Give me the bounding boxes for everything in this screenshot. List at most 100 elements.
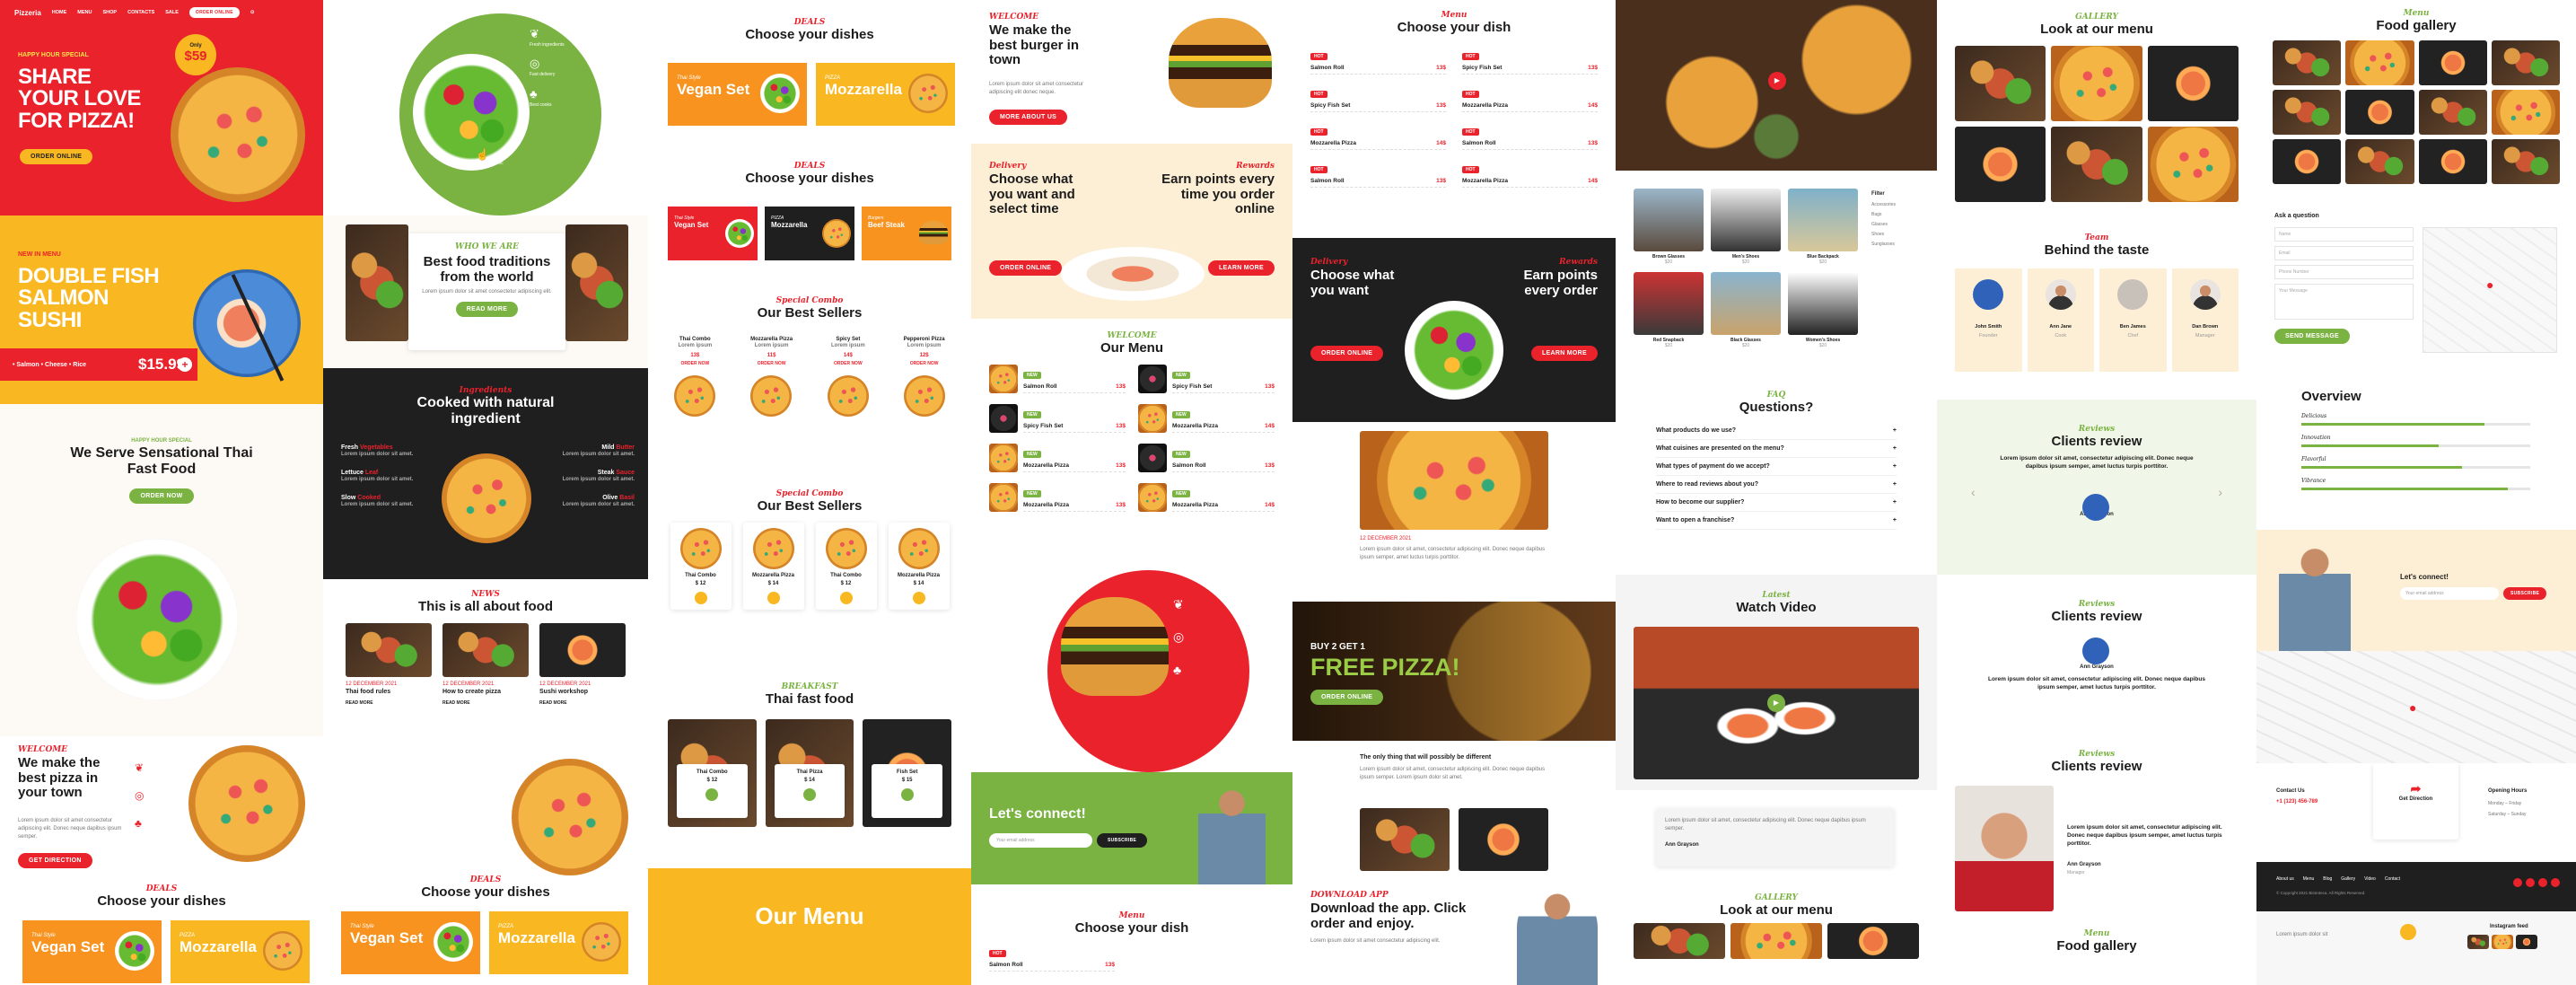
facebook-icon[interactable] bbox=[2513, 878, 2522, 887]
next-arrow-icon[interactable]: › bbox=[2218, 485, 2222, 499]
filter-category[interactable]: Sunglasses bbox=[1871, 240, 1896, 250]
traditions-read-more[interactable]: READ MORE bbox=[455, 302, 519, 317]
dish-card-mozzarella[interactable]: PIZZA Mozzarella bbox=[171, 920, 310, 983]
menu-item[interactable]: NEW Spicy Fish Set 13$ bbox=[1138, 365, 1275, 393]
gallery-photo[interactable] bbox=[2273, 40, 2342, 85]
faq-item[interactable]: What cuisines are presented on the menu?… bbox=[1656, 440, 1897, 458]
dish-card-mozzarella[interactable]: PIZZA Mozzarella bbox=[489, 911, 628, 974]
gallery-photo[interactable] bbox=[2418, 139, 2487, 184]
thai-card[interactable]: Fish Set $ 15 bbox=[863, 719, 952, 827]
faq-item[interactable]: Want to open a franchise? + bbox=[1656, 512, 1897, 530]
gallery-photo[interactable] bbox=[2345, 40, 2414, 85]
phone-field[interactable]: Phone Number bbox=[2274, 265, 2414, 279]
dish-card-beef[interactable]: Burgers Beef Steak bbox=[862, 207, 951, 260]
read-more-link[interactable]: READ MORE bbox=[442, 700, 529, 706]
nav-contacts[interactable]: CONTACTS bbox=[127, 10, 154, 15]
dish-card-mozzarella[interactable]: PIZZA Mozzarella bbox=[765, 207, 854, 260]
product-card[interactable]: Black Glasses $20 bbox=[1711, 272, 1781, 348]
gallery-photo[interactable] bbox=[2491, 40, 2560, 85]
order-online-nav-button[interactable]: ORDER ONLINE bbox=[188, 7, 240, 18]
message-field[interactable]: Your Message bbox=[2274, 284, 2414, 320]
faq-item[interactable]: How to become our supplier? + bbox=[1656, 494, 1897, 512]
more-about-us-button[interactable]: MORE ABOUT US bbox=[989, 110, 1068, 125]
seller-card[interactable]: Thai Combo $ 12 bbox=[670, 523, 732, 610]
twitter-icon[interactable] bbox=[2526, 878, 2535, 887]
product-card[interactable]: Red Snapback $20 bbox=[1634, 272, 1704, 348]
phone-link[interactable]: +1 (123) 456-789 bbox=[2276, 799, 2318, 805]
subscribe-button[interactable]: SUBSCRIBE bbox=[1097, 833, 1148, 848]
play-icon[interactable]: ▶ bbox=[1767, 694, 1785, 712]
gallery-photo[interactable] bbox=[2273, 139, 2342, 184]
nav-menu[interactable]: MENU bbox=[77, 10, 92, 15]
post-card[interactable]: 12 DECEMBER 2021 Thai food rules READ MO… bbox=[346, 623, 432, 706]
product-card[interactable]: Men's Shoes $20 bbox=[1711, 189, 1781, 265]
seller-card[interactable]: Thai Combo $ 12 bbox=[815, 523, 877, 610]
youtube-icon[interactable] bbox=[2551, 878, 2560, 887]
product-card[interactable]: Brown Glasses $20 bbox=[1634, 189, 1704, 265]
seller-item[interactable]: Spicy Set Lorem ipsum 14$ ORDER NOW bbox=[827, 337, 869, 417]
video-thumbnail[interactable]: ▶ bbox=[1634, 627, 1919, 779]
get-direction-card[interactable]: ➦ Get Direction bbox=[2373, 763, 2458, 840]
filter-category[interactable]: Accessories bbox=[1871, 200, 1896, 210]
dish-card-vegan[interactable]: Thai Style Vegan Set bbox=[668, 63, 807, 126]
post-card[interactable]: 12 DECEMBER 2021 Sushi workshop READ MOR… bbox=[539, 623, 626, 706]
logo[interactable]: Pizzeria bbox=[14, 9, 41, 17]
menu-item[interactable]: NEW Mozzarella Pizza 13$ bbox=[989, 444, 1126, 472]
gallery-photo[interactable] bbox=[2051, 127, 2142, 202]
nav-shop[interactable]: SHOP bbox=[103, 10, 118, 15]
menu-item[interactable]: NEW Mozzarella Pizza 14$ bbox=[1138, 404, 1275, 433]
map-wide[interactable]: ● bbox=[2256, 651, 2576, 763]
gallery-photo[interactable] bbox=[2345, 90, 2414, 135]
connect-email-input[interactable]: Your email address bbox=[989, 833, 1092, 848]
filter-category[interactable]: Bags bbox=[1871, 210, 1896, 220]
seller-card[interactable]: Mozzarella Pizza $ 14 bbox=[742, 523, 804, 610]
team-card[interactable]: Ben James Chef bbox=[2099, 268, 2167, 372]
dish-card-mozzarella[interactable]: PIZZA Mozzarella bbox=[816, 63, 955, 126]
thai-order-button[interactable]: ORDER NOW bbox=[129, 488, 194, 504]
post-card[interactable]: 12 DECEMBER 2021 How to create pizza REA… bbox=[442, 623, 529, 706]
menu-item[interactable]: NEW Mozzarella Pizza 14$ bbox=[1138, 483, 1275, 512]
thai-card[interactable]: Thai Pizza $ 14 bbox=[765, 719, 854, 827]
menu-item[interactable]: NEW Salmon Roll 13$ bbox=[989, 365, 1126, 393]
team-card[interactable]: Dan Brown Manager bbox=[2171, 268, 2239, 372]
instagram-icon[interactable] bbox=[2538, 878, 2547, 887]
order-online-button[interactable]: ORDER ONLINE bbox=[989, 260, 1063, 276]
map[interactable]: ● bbox=[2423, 227, 2557, 353]
seller-item[interactable]: Pepperoni Pizza Lorem ipsum 12$ ORDER NOW bbox=[903, 337, 945, 417]
play-icon[interactable]: ▶ bbox=[1768, 72, 1786, 90]
gallery-photo[interactable] bbox=[2345, 139, 2414, 184]
nav-sale[interactable]: SALE bbox=[165, 10, 179, 15]
free-order-button[interactable]: ORDER ONLINE bbox=[1310, 690, 1384, 705]
dish-card-vegan[interactable]: Thai Style Vegan Set bbox=[341, 911, 480, 974]
get-direction-button[interactable]: GET DIRECTION bbox=[18, 853, 92, 868]
faq-item[interactable]: What products do we use? + bbox=[1656, 422, 1897, 440]
product-card[interactable]: Blue Backpack $20 bbox=[1788, 189, 1858, 265]
gallery-photo[interactable] bbox=[2491, 139, 2560, 184]
thai-card[interactable]: Thai Combo $ 12 bbox=[668, 719, 757, 827]
gallery-photo[interactable] bbox=[1955, 46, 2046, 121]
subscribe-button[interactable]: SUBSCRIBE bbox=[2503, 587, 2547, 600]
name-field[interactable]: Name bbox=[2274, 227, 2414, 242]
team-card[interactable]: Ann Jane Cook bbox=[2027, 268, 2094, 372]
faq-item[interactable]: What types of payment do we accept? + bbox=[1656, 458, 1897, 476]
email-field[interactable]: Email bbox=[2274, 246, 2414, 260]
nav-home[interactable]: HOME bbox=[52, 10, 67, 15]
product-card[interactable]: Women's Shoes $20 bbox=[1788, 272, 1858, 348]
dish-card-vegan[interactable]: Thai Style Vegan Set bbox=[22, 920, 162, 983]
learn-more-button[interactable]: LEARN MORE bbox=[1530, 346, 1598, 361]
send-message-button[interactable]: SEND MESSAGE bbox=[2274, 329, 2350, 344]
learn-more-button[interactable]: LEARN MORE bbox=[1207, 260, 1275, 276]
add-to-cart-button[interactable]: + bbox=[178, 357, 192, 372]
faq-item[interactable]: Where to read reviews about you? + bbox=[1656, 476, 1897, 494]
menu-item[interactable]: NEW Spicy Fish Set 13$ bbox=[989, 404, 1126, 433]
gallery-photo[interactable] bbox=[2491, 90, 2560, 135]
gallery-photo[interactable] bbox=[2418, 40, 2487, 85]
filter-category[interactable]: Glasses bbox=[1871, 220, 1896, 230]
order-online-button[interactable]: ORDER ONLINE bbox=[1310, 346, 1384, 361]
gallery-photo[interactable] bbox=[2147, 46, 2239, 121]
dish-card-vegan[interactable]: Thai Style Vegan Set bbox=[668, 207, 758, 260]
filter-category[interactable]: Shoes bbox=[1871, 230, 1896, 240]
menu-item[interactable]: NEW Salmon Roll 13$ bbox=[1138, 444, 1275, 472]
cart-icon[interactable]: ⊙ bbox=[250, 10, 255, 15]
team-card[interactable]: John Smith Founder bbox=[1955, 268, 2022, 372]
